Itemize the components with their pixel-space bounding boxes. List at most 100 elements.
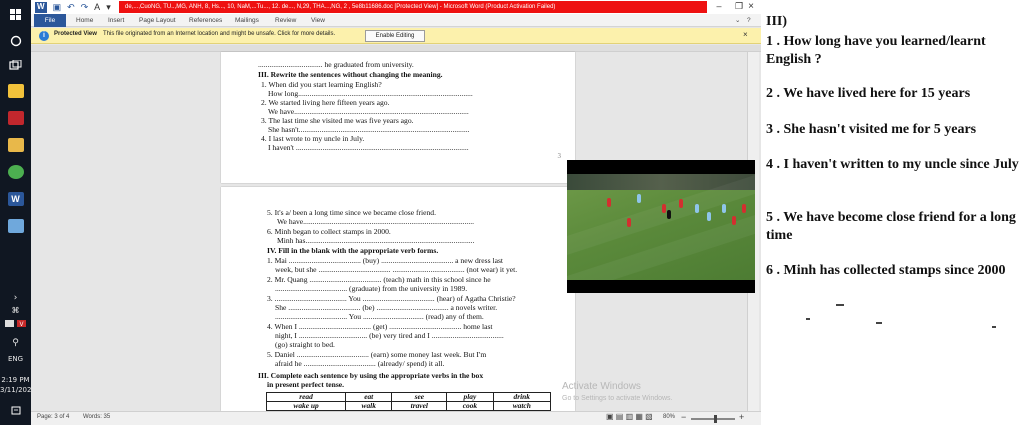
document-line: afraid he ..............................… (275, 359, 445, 368)
zoom-out-icon[interactable]: − (681, 412, 686, 422)
tab-references[interactable]: References (189, 14, 222, 27)
document-line: 5. It's a/ been a long time since we bec… (267, 208, 436, 217)
notifications-icon[interactable] (0, 403, 31, 419)
status-bar: Page: 3 of 4 Words: 35 ▣ ▤ ▥ ▦ ▧ 80% − + (31, 411, 761, 425)
taskbar-app-2[interactable] (0, 132, 31, 158)
language-indicator[interactable]: ENG (0, 355, 31, 364)
document-page-3: .................................. he gr… (221, 52, 575, 183)
document-line: 2. We started living here fifteen years … (261, 98, 390, 107)
tab-file[interactable]: File (34, 14, 66, 27)
document-line: ...................................... Y… (275, 312, 484, 321)
cutoff-mark (806, 318, 810, 320)
message-close-icon[interactable]: × (743, 30, 748, 39)
football-pitch-image (567, 174, 755, 280)
verb-cell: walk (345, 401, 393, 411)
document-line: .................................. he gr… (258, 60, 414, 69)
zoom-slider[interactable] (691, 418, 735, 420)
windows-start-icon[interactable] (0, 2, 31, 28)
verb-cell: watch (492, 401, 552, 411)
activate-windows-subtitle: Go to Settings to activate Windows. (562, 395, 673, 402)
document-line: night, I ...............................… (275, 331, 504, 340)
tab-review[interactable]: Review (275, 14, 296, 27)
ribbon-expand-icon[interactable]: ⌄ (735, 14, 740, 27)
ribbon-tabs: File Home Insert Page Layout References … (31, 14, 761, 27)
taskbar-app-3[interactable] (0, 159, 31, 185)
network-icon[interactable]: ⌘ (0, 306, 31, 315)
chevron-up-icon[interactable]: › (0, 294, 31, 303)
protected-view-message[interactable]: This file originated from an Internet lo… (103, 31, 335, 37)
page-count[interactable]: Page: 3 of 4 (37, 414, 69, 420)
answer-panel: III) 1 . How long have you learned/learn… (766, 0, 1024, 425)
section-heading: IV. Fill in the blank with the appropria… (267, 246, 439, 255)
redo-icon[interactable]: ↷ (81, 2, 89, 13)
taskbar-app-4[interactable]: W (0, 186, 31, 212)
verb-table-row: wake up walk travel cook watch (265, 401, 552, 411)
cortana-icon[interactable] (0, 28, 31, 54)
tray-icons[interactable]: V (0, 316, 31, 332)
tab-view[interactable]: View (311, 14, 325, 27)
document-line: 1. When did you start learning English? (261, 80, 382, 89)
view-mode-icons[interactable]: ▣ ▤ ▥ ▦ ▧ (606, 412, 653, 421)
document-line: (go) straight to bed. (275, 340, 335, 349)
clock-time[interactable]: 2:19 PM (0, 376, 31, 385)
zoom-level[interactable]: 80% (663, 414, 675, 420)
close-icon[interactable]: × (741, 1, 761, 12)
minimize-icon[interactable]: – (709, 1, 729, 11)
taskbar-app-1[interactable] (0, 105, 31, 131)
document-page-4: 5. It's a/ been a long time since we bec… (221, 187, 575, 411)
title-bar: W ▣ ↶ ↷ A ▾ de,...,CuoNG, TU..,MG, ANH, … (31, 0, 761, 14)
save-icon[interactable]: ▣ (53, 2, 62, 13)
document-line: 4. I last wrote to my uncle in July. (261, 134, 365, 143)
verb-cell: travel (391, 401, 448, 411)
video-player[interactable] (567, 160, 755, 293)
protected-view-label: Protected View (54, 31, 97, 37)
word-count[interactable]: Words: 35 (83, 414, 110, 420)
document-line: We have.................................… (268, 107, 469, 116)
document-line: She hasn't..............................… (268, 125, 470, 134)
document-line: She ....................................… (275, 303, 498, 312)
word-icon: W (7, 192, 24, 206)
answers-heading: III) (766, 14, 788, 29)
cutoff-mark (992, 326, 996, 328)
customize-qat-icon[interactable]: ▾ (106, 2, 111, 13)
zoom-in-icon[interactable]: + (739, 412, 744, 422)
answer-2: 2 . We have lived here for 15 years (766, 86, 971, 101)
cutoff-mark (876, 322, 882, 324)
document-line: Minh has................................… (277, 236, 475, 245)
chrome-icon (7, 165, 24, 179)
file-explorer-icon (7, 84, 24, 98)
volume-icon[interactable]: ⚲ (0, 339, 31, 348)
tab-insert[interactable]: Insert (108, 14, 124, 27)
document-line: How long................................… (268, 89, 473, 98)
answer-5: 5 . We have become close friend for a lo… (766, 210, 1016, 243)
task-view-icon[interactable] (0, 52, 31, 78)
enable-editing-button[interactable]: Enable Editing (365, 30, 425, 42)
app-icon (7, 219, 24, 233)
verb-cell: wake up (265, 401, 347, 411)
answer-1: 1 . How long have you learned/learnt Eng… (766, 34, 986, 67)
zoom-slider-thumb[interactable] (714, 415, 717, 423)
answer-4: 4 . I haven't written to my uncle since … (766, 157, 1019, 172)
help-icon[interactable]: ? (747, 14, 751, 27)
tab-mailings[interactable]: Mailings (235, 14, 259, 27)
document-line: 1. Mai .................................… (267, 256, 504, 265)
tab-home[interactable]: Home (76, 14, 93, 27)
info-icon: i (39, 31, 49, 41)
tab-page-layout[interactable]: Page Layout (139, 14, 176, 27)
undo-icon[interactable]: ↶ (67, 2, 75, 13)
taskbar-app-5[interactable] (0, 213, 31, 239)
document-line: I haven't ..............................… (268, 143, 469, 152)
page-number: 3 (557, 152, 562, 160)
taskbar-app-0[interactable] (0, 78, 31, 104)
section-heading: III. Complete each sentence by using the… (258, 371, 484, 380)
cutoff-mark (836, 304, 844, 306)
clock-date[interactable]: 3/11/2020 (0, 386, 36, 395)
protected-view-bar: i Protected View This file originated fr… (31, 28, 761, 44)
window-title: de,...,CuoNG, TU..,MG, ANH, 8, Hs..., 10… (119, 1, 707, 13)
document-line: 3. The last time she visited me was five… (261, 116, 414, 125)
document-line: ...................................... (… (275, 284, 468, 293)
document-line: week, but she ..........................… (275, 265, 518, 274)
quick-access-toolbar: W ▣ ↶ ↷ A ▾ (35, 2, 111, 13)
document-line: 2. Mr. Quang ...........................… (267, 275, 491, 284)
font-color-icon[interactable]: A (94, 2, 100, 13)
